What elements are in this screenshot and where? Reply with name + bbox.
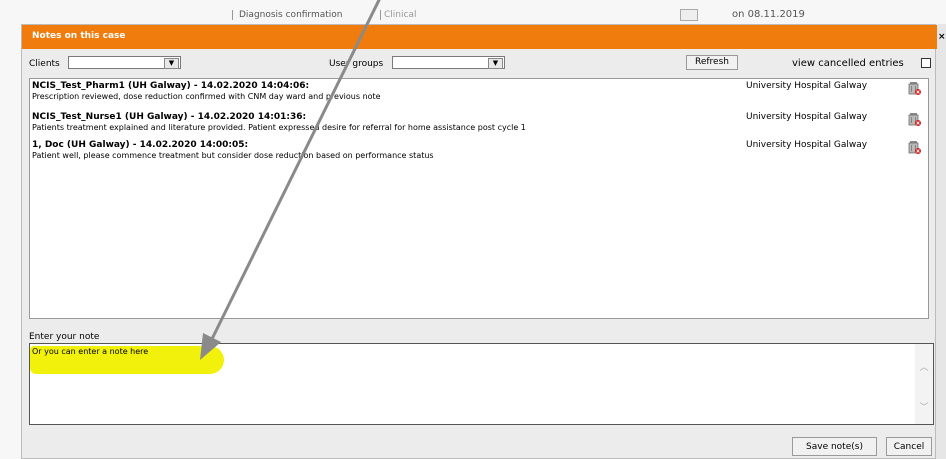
note-input-text: Or you can enter a note here <box>32 347 149 356</box>
notes-dialog: Notes on this case Clients ▼ User groups… <box>21 24 937 459</box>
cancel-button[interactable]: Cancel <box>886 437 932 456</box>
trash-icon[interactable] <box>906 80 922 96</box>
trash-icon[interactable] <box>906 111 922 127</box>
clients-select[interactable]: ▼ <box>68 56 181 69</box>
note-textarea[interactable]: Or you can enter a note here ︿ ﹀ <box>29 343 934 425</box>
note-scrollbar[interactable]: ︿ ﹀ <box>915 344 933 424</box>
note-header: 1, Doc (UH Galway) - 14.02.2020 14:00:05… <box>32 140 249 150</box>
notes-list: NCIS_Test_Pharm1 (UH Galway) - 14.02.202… <box>29 78 929 319</box>
diagnosis-dropdown <box>680 9 698 21</box>
right-edge-panel: × <box>936 24 946 459</box>
note-entry: 1, Doc (UH Galway) - 14.02.2020 14:00:05… <box>30 139 928 167</box>
refresh-button[interactable]: Refresh <box>686 55 738 70</box>
save-notes-button[interactable]: Save note(s) <box>792 437 877 456</box>
note-entry: NCIS_Test_Nurse1 (UH Galway) - 14.02.202… <box>30 111 928 139</box>
dialog-title-bar: Notes on this case <box>22 25 937 49</box>
chevron-down-icon: ▼ <box>488 58 503 69</box>
view-cancelled-label: view cancelled entries <box>792 58 904 69</box>
note-text: Patient well, please commence treatment … <box>32 151 434 160</box>
enter-note-label: Enter your note <box>29 332 100 342</box>
diagnosis-date: on 08.11.2019 <box>732 9 805 20</box>
trash-icon[interactable] <box>906 139 922 155</box>
dialog-title: Notes on this case <box>32 31 126 41</box>
chevron-down-icon: ▼ <box>164 58 179 69</box>
scroll-down-icon[interactable]: ﹀ <box>919 400 929 413</box>
note-text: Patients treatment explained and literat… <box>32 123 526 132</box>
filter-bar: Clients ▼ User groups ▼ Refresh view can… <box>22 55 937 73</box>
clients-label: Clients <box>29 59 60 69</box>
note-organisation: University Hospital Galway <box>746 140 868 150</box>
note-header: NCIS_Test_Nurse1 (UH Galway) - 14.02.202… <box>32 112 307 122</box>
scroll-up-icon[interactable]: ︿ <box>919 360 929 373</box>
user-groups-select[interactable]: ▼ <box>392 56 505 69</box>
view-cancelled-checkbox[interactable] <box>921 58 931 68</box>
diagnosis-label: Diagnosis confirmation <box>232 10 343 20</box>
user-groups-label: User groups <box>329 59 384 69</box>
note-organisation: University Hospital Galway <box>746 81 868 91</box>
note-text: Prescription reviewed, dose reduction co… <box>32 92 381 101</box>
close-icon[interactable]: × <box>938 32 946 42</box>
note-entry: NCIS_Test_Pharm1 (UH Galway) - 14.02.202… <box>30 80 928 108</box>
diagnosis-value: Clinical <box>380 10 416 20</box>
note-header: NCIS_Test_Pharm1 (UH Galway) - 14.02.202… <box>32 81 310 91</box>
background-diagnosis-row: Diagnosis confirmation Clinical on 08.11… <box>232 8 832 22</box>
note-organisation: University Hospital Galway <box>746 112 868 122</box>
